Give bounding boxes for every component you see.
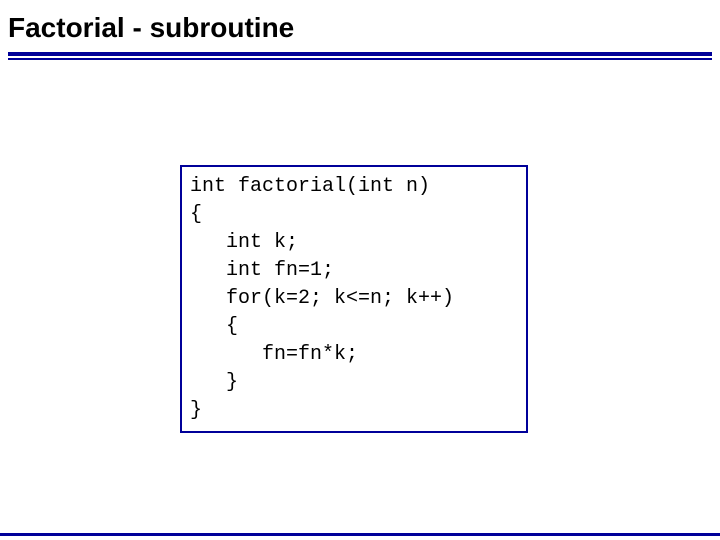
underline-thin [8, 58, 712, 60]
slide-title: Factorial - subroutine [0, 0, 720, 50]
code-line-9: } [190, 399, 202, 422]
code-line-4: int fn=1; [190, 259, 334, 282]
code-line-1: int factorial(int n) [190, 175, 430, 198]
code-line-5: for(k=2; k<=n; k++) [190, 287, 454, 310]
bottom-accent-line [0, 533, 720, 536]
code-line-7: fn=fn*k; [190, 343, 358, 366]
code-block: int factorial(int n) { int k; int fn=1; … [190, 173, 518, 425]
underline-thick [8, 52, 712, 56]
code-box: int factorial(int n) { int k; int fn=1; … [180, 165, 528, 433]
code-line-6: { [190, 315, 238, 338]
title-underline [8, 52, 712, 60]
slide: Factorial - subroutine int factorial(int… [0, 0, 720, 540]
code-line-8: } [190, 371, 238, 394]
code-line-3: int k; [190, 231, 298, 254]
code-line-2: { [190, 203, 202, 226]
